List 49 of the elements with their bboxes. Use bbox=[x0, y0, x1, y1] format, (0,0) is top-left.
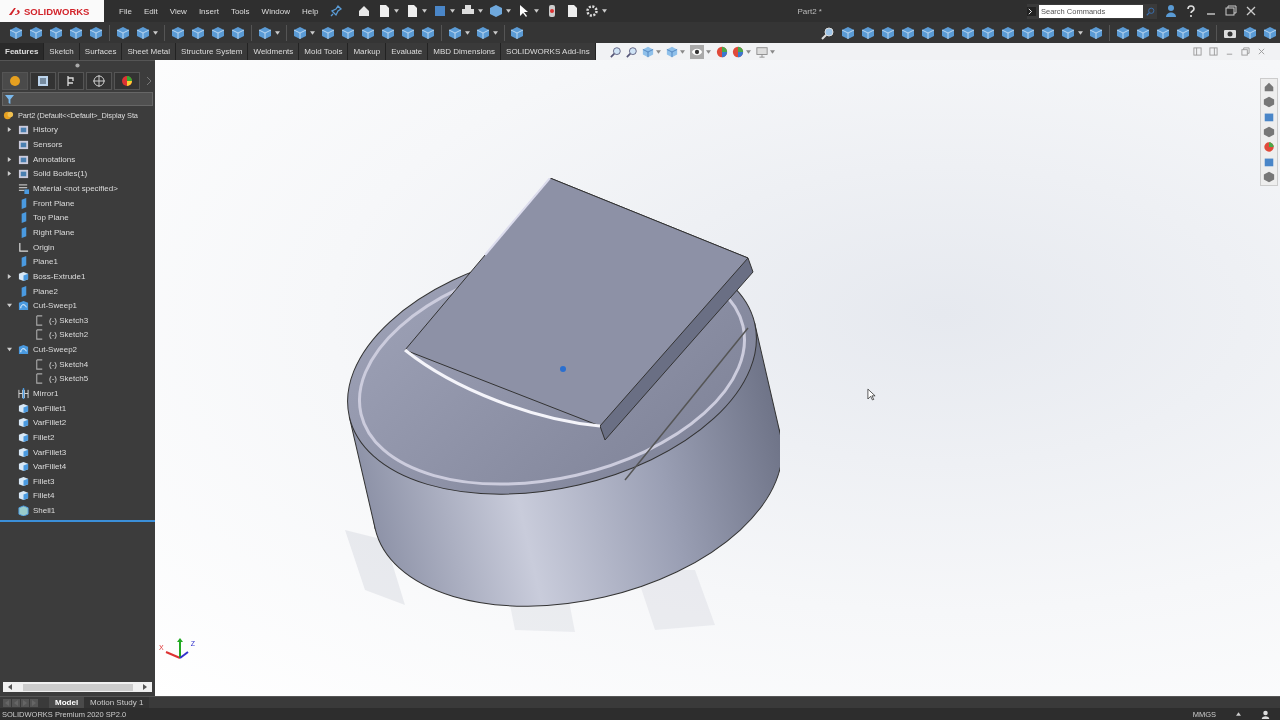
command-tab[interactable]: Sheet Metal bbox=[122, 43, 177, 60]
tree-item[interactable]: (-) Sketch3 bbox=[49, 314, 89, 326]
tree-item[interactable]: History bbox=[33, 124, 58, 136]
tree-item[interactable]: VarFillet2 bbox=[33, 417, 67, 429]
tree-item[interactable]: Fillet4 bbox=[33, 490, 55, 502]
command-tab[interactable]: Sketch bbox=[44, 43, 80, 60]
menu-item[interactable]: Help bbox=[297, 6, 324, 16]
command-tab[interactable]: Evaluate bbox=[386, 43, 429, 60]
tree-item[interactable]: VarFillet4 bbox=[33, 461, 67, 473]
tree-item[interactable]: Solid Bodies(1) bbox=[33, 168, 88, 180]
tree-item[interactable]: Front Plane bbox=[33, 197, 75, 209]
tree-item[interactable]: Fillet2 bbox=[33, 431, 55, 443]
tree-item[interactable]: Right Plane bbox=[33, 226, 75, 238]
menu-item[interactable]: View bbox=[164, 6, 192, 16]
menu-item[interactable]: Tools bbox=[225, 6, 255, 16]
menu-item[interactable]: Window bbox=[256, 6, 296, 16]
tree-item[interactable]: Cut-Sweep1 bbox=[33, 300, 78, 312]
tree-item[interactable]: Origin bbox=[33, 241, 55, 253]
tree-item[interactable]: Shell1 bbox=[33, 505, 56, 517]
tree-item[interactable]: Annotations bbox=[33, 153, 76, 165]
tree-item[interactable]: Fillet3 bbox=[33, 475, 55, 487]
tree-item[interactable]: (-) Sketch2 bbox=[49, 329, 89, 341]
tree-item[interactable]: Mirror1 bbox=[33, 388, 59, 399]
command-tab[interactable]: Structure System bbox=[176, 43, 249, 60]
tree-item[interactable]: VarFillet1 bbox=[33, 402, 67, 414]
command-tab[interactable]: Surfaces bbox=[79, 43, 123, 60]
document-title: Part2 * bbox=[797, 6, 822, 16]
command-tab[interactable]: Mold Tools bbox=[299, 43, 349, 60]
tree-item[interactable]: VarFillet3 bbox=[33, 446, 67, 458]
command-tab[interactable]: SOLIDWORKS Add-Ins bbox=[501, 43, 596, 60]
menu-item[interactable]: Insert bbox=[193, 6, 224, 16]
command-tab[interactable]: Weldments bbox=[248, 43, 300, 60]
tree-item[interactable]: Plane2 bbox=[33, 285, 58, 297]
command-tab[interactable]: Markup bbox=[348, 43, 387, 60]
tree-item[interactable]: Top Plane bbox=[33, 212, 69, 224]
tree-item[interactable]: (-) Sketch5 bbox=[49, 373, 89, 385]
menu-item[interactable]: File bbox=[114, 6, 137, 16]
tree-item[interactable]: Cut-Sweep2 bbox=[33, 344, 78, 356]
tree-item[interactable]: Plane1 bbox=[33, 256, 58, 268]
menu-item[interactable]: Edit bbox=[138, 6, 163, 16]
tree-item[interactable]: Boss-Extrude1 bbox=[33, 270, 86, 282]
command-tab[interactable]: MBD Dimensions bbox=[428, 43, 502, 60]
tree-item[interactable]: Material <not specified> bbox=[33, 183, 118, 194]
app-logo[interactable]: SOLIDWORKS bbox=[0, 0, 104, 22]
model-tab[interactable]: Model bbox=[49, 697, 85, 708]
tree-item[interactable]: (-) Sketch4 bbox=[49, 358, 89, 370]
tree-item[interactable]: Sensors bbox=[33, 139, 63, 151]
model-tab[interactable]: Motion Study 1 bbox=[84, 697, 150, 708]
command-tab[interactable]: Features bbox=[0, 43, 45, 60]
